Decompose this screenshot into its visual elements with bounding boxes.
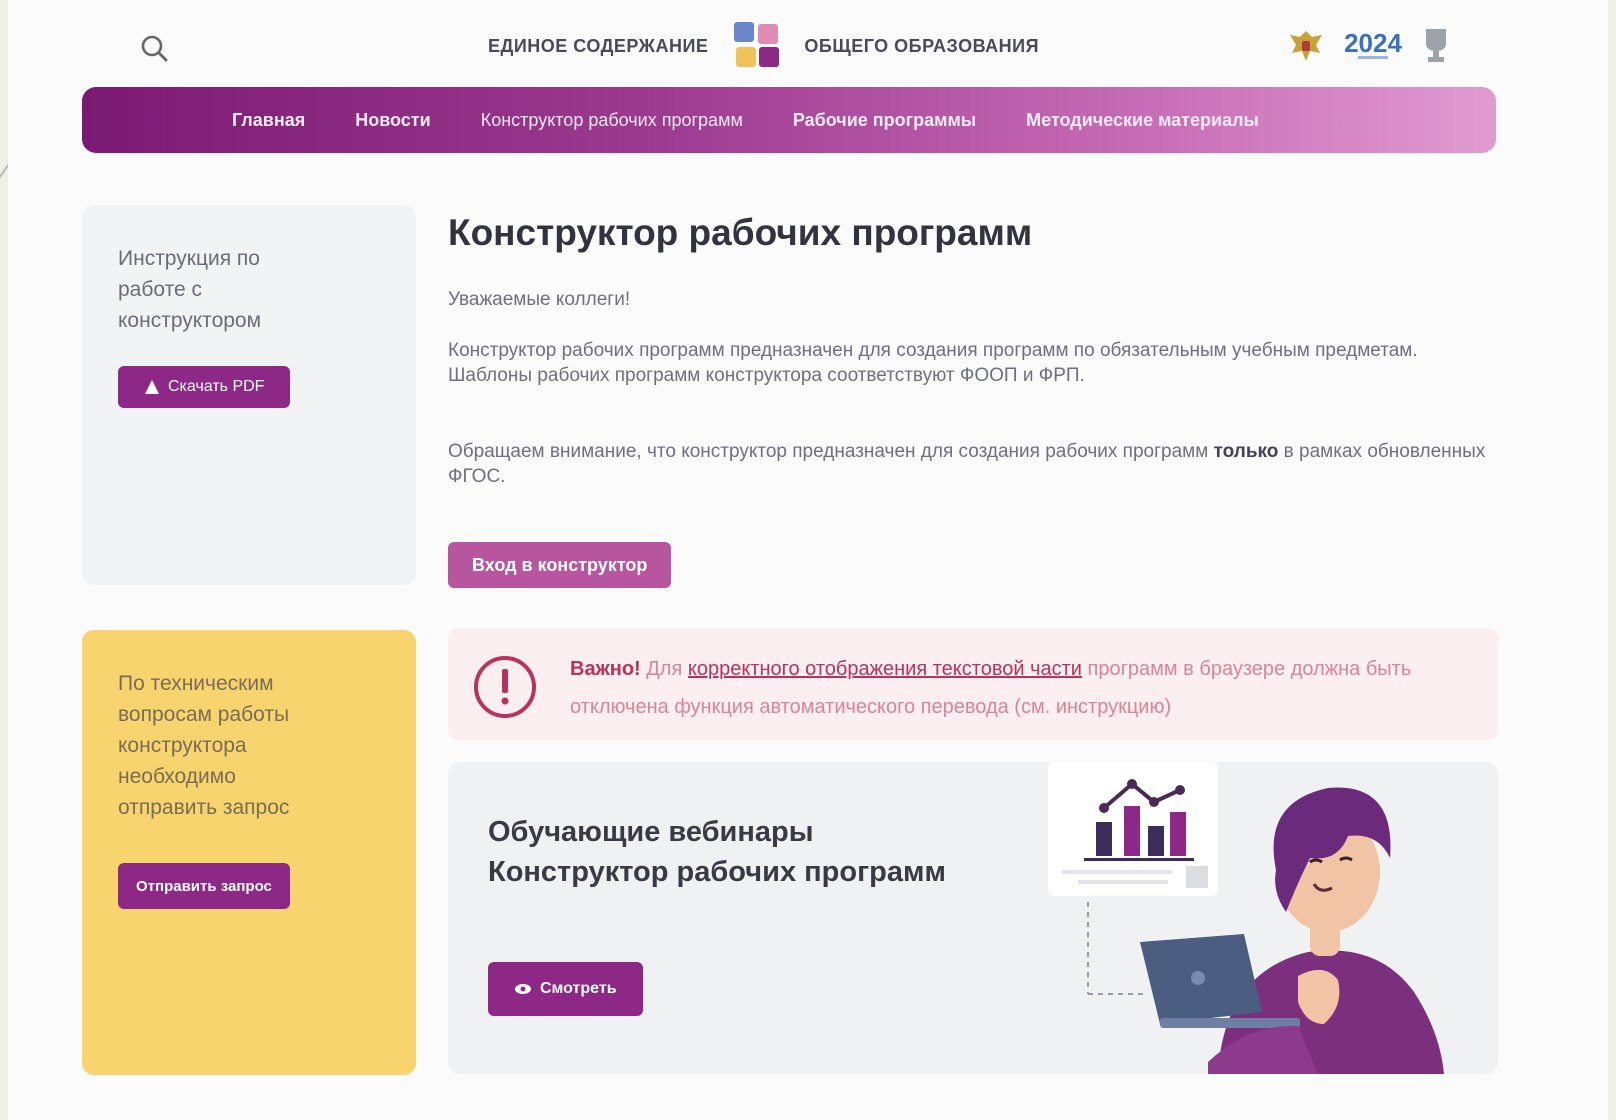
notice-bold: только <box>1213 441 1279 462</box>
download-icon <box>145 380 159 394</box>
send-request-label: Отправить запрос <box>136 877 272 895</box>
support-card: По техническим вопросам работы конструкт… <box>82 630 416 1075</box>
support-text: По техническим вопросам работы конструкт… <box>118 672 290 819</box>
watch-label: Смотреть <box>540 980 617 997</box>
nav-item-methodical-materials[interactable]: Методические материалы <box>1026 110 1259 131</box>
alert-text: Важно! Для корректного отображения текст… <box>570 650 1470 726</box>
emblem-icon[interactable] <box>1286 25 1326 65</box>
nav-item-home[interactable]: Главная <box>232 110 305 131</box>
year-badge-text: 2024 <box>1344 28 1402 58</box>
nav-item-work-programs[interactable]: Рабочие программы <box>793 110 976 131</box>
page-title: Конструктор рабочих программ <box>448 212 1033 253</box>
instruction-card: Инструкция по работе с конструктором Ска… <box>82 205 416 585</box>
teacher-illustration-icon <box>1048 762 1444 1074</box>
webinar-banner: Обучающие вебинары Конструктор рабочих п… <box>448 762 1498 1074</box>
alert-before-link: Для <box>640 658 688 680</box>
trophy-icon[interactable] <box>1420 25 1452 65</box>
main-navbar: Главная Новости Конструктор рабочих прог… <box>82 87 1496 153</box>
webinar-title-line2: Конструктор рабочих программ <box>488 856 946 888</box>
instruction-text: Инструкция по работе с конструктором <box>118 247 262 332</box>
important-alert: Важно! Для корректного отображения текст… <box>448 628 1498 740</box>
eye-icon <box>515 984 531 994</box>
logo-mark-icon <box>734 22 782 70</box>
enter-constructor-button[interactable]: Вход в конструктор <box>448 542 672 588</box>
watch-button[interactable]: Смотреть <box>488 962 643 1016</box>
year-2024-icon[interactable]: 2024 <box>1344 24 1402 66</box>
download-pdf-button[interactable]: Скачать PDF <box>118 366 291 408</box>
webinar-title: Обучающие вебинары Конструктор рабочих п… <box>488 812 946 892</box>
logo-text-left: ЕДИНОЕ СОДЕРЖАНИЕ <box>488 35 709 56</box>
logo-text-right: ОБЩЕГО ОБРАЗОВАНИЯ <box>804 35 1040 56</box>
notice-prefix: Обращаем внимание, что конструктор предн… <box>448 441 1214 462</box>
nav-item-news[interactable]: Новости <box>355 110 430 131</box>
notice-text: Обращаем внимание, что конструктор предн… <box>448 439 1488 489</box>
alert-link[interactable]: корректного отображения текстовой части <box>688 658 1082 680</box>
page: ЕДИНОЕ СОДЕРЖАНИЕ ОБЩЕГО ОБРАЗОВАНИЯ 202… <box>8 0 1608 1120</box>
search-icon[interactable] <box>138 32 172 66</box>
send-request-button[interactable]: Отправить запрос <box>118 863 290 909</box>
description-text: Конструктор рабочих программ предназначе… <box>448 340 1418 386</box>
alert-strong: Важно! <box>570 658 641 680</box>
site-logo[interactable]: ЕДИНОЕ СОДЕРЖАНИЕ ОБЩЕГО ОБРАЗОВАНИЯ <box>488 22 1040 70</box>
download-pdf-label: Скачать PDF <box>168 378 265 395</box>
header-icons: 2024 <box>1286 24 1452 66</box>
exclamation-icon <box>474 656 536 718</box>
nav-item-constructor[interactable]: Конструктор рабочих программ <box>481 110 743 131</box>
greeting-text: Уважаемые коллеги! <box>448 289 631 310</box>
webinar-title-line1: Обучающие вебинары <box>488 816 814 848</box>
